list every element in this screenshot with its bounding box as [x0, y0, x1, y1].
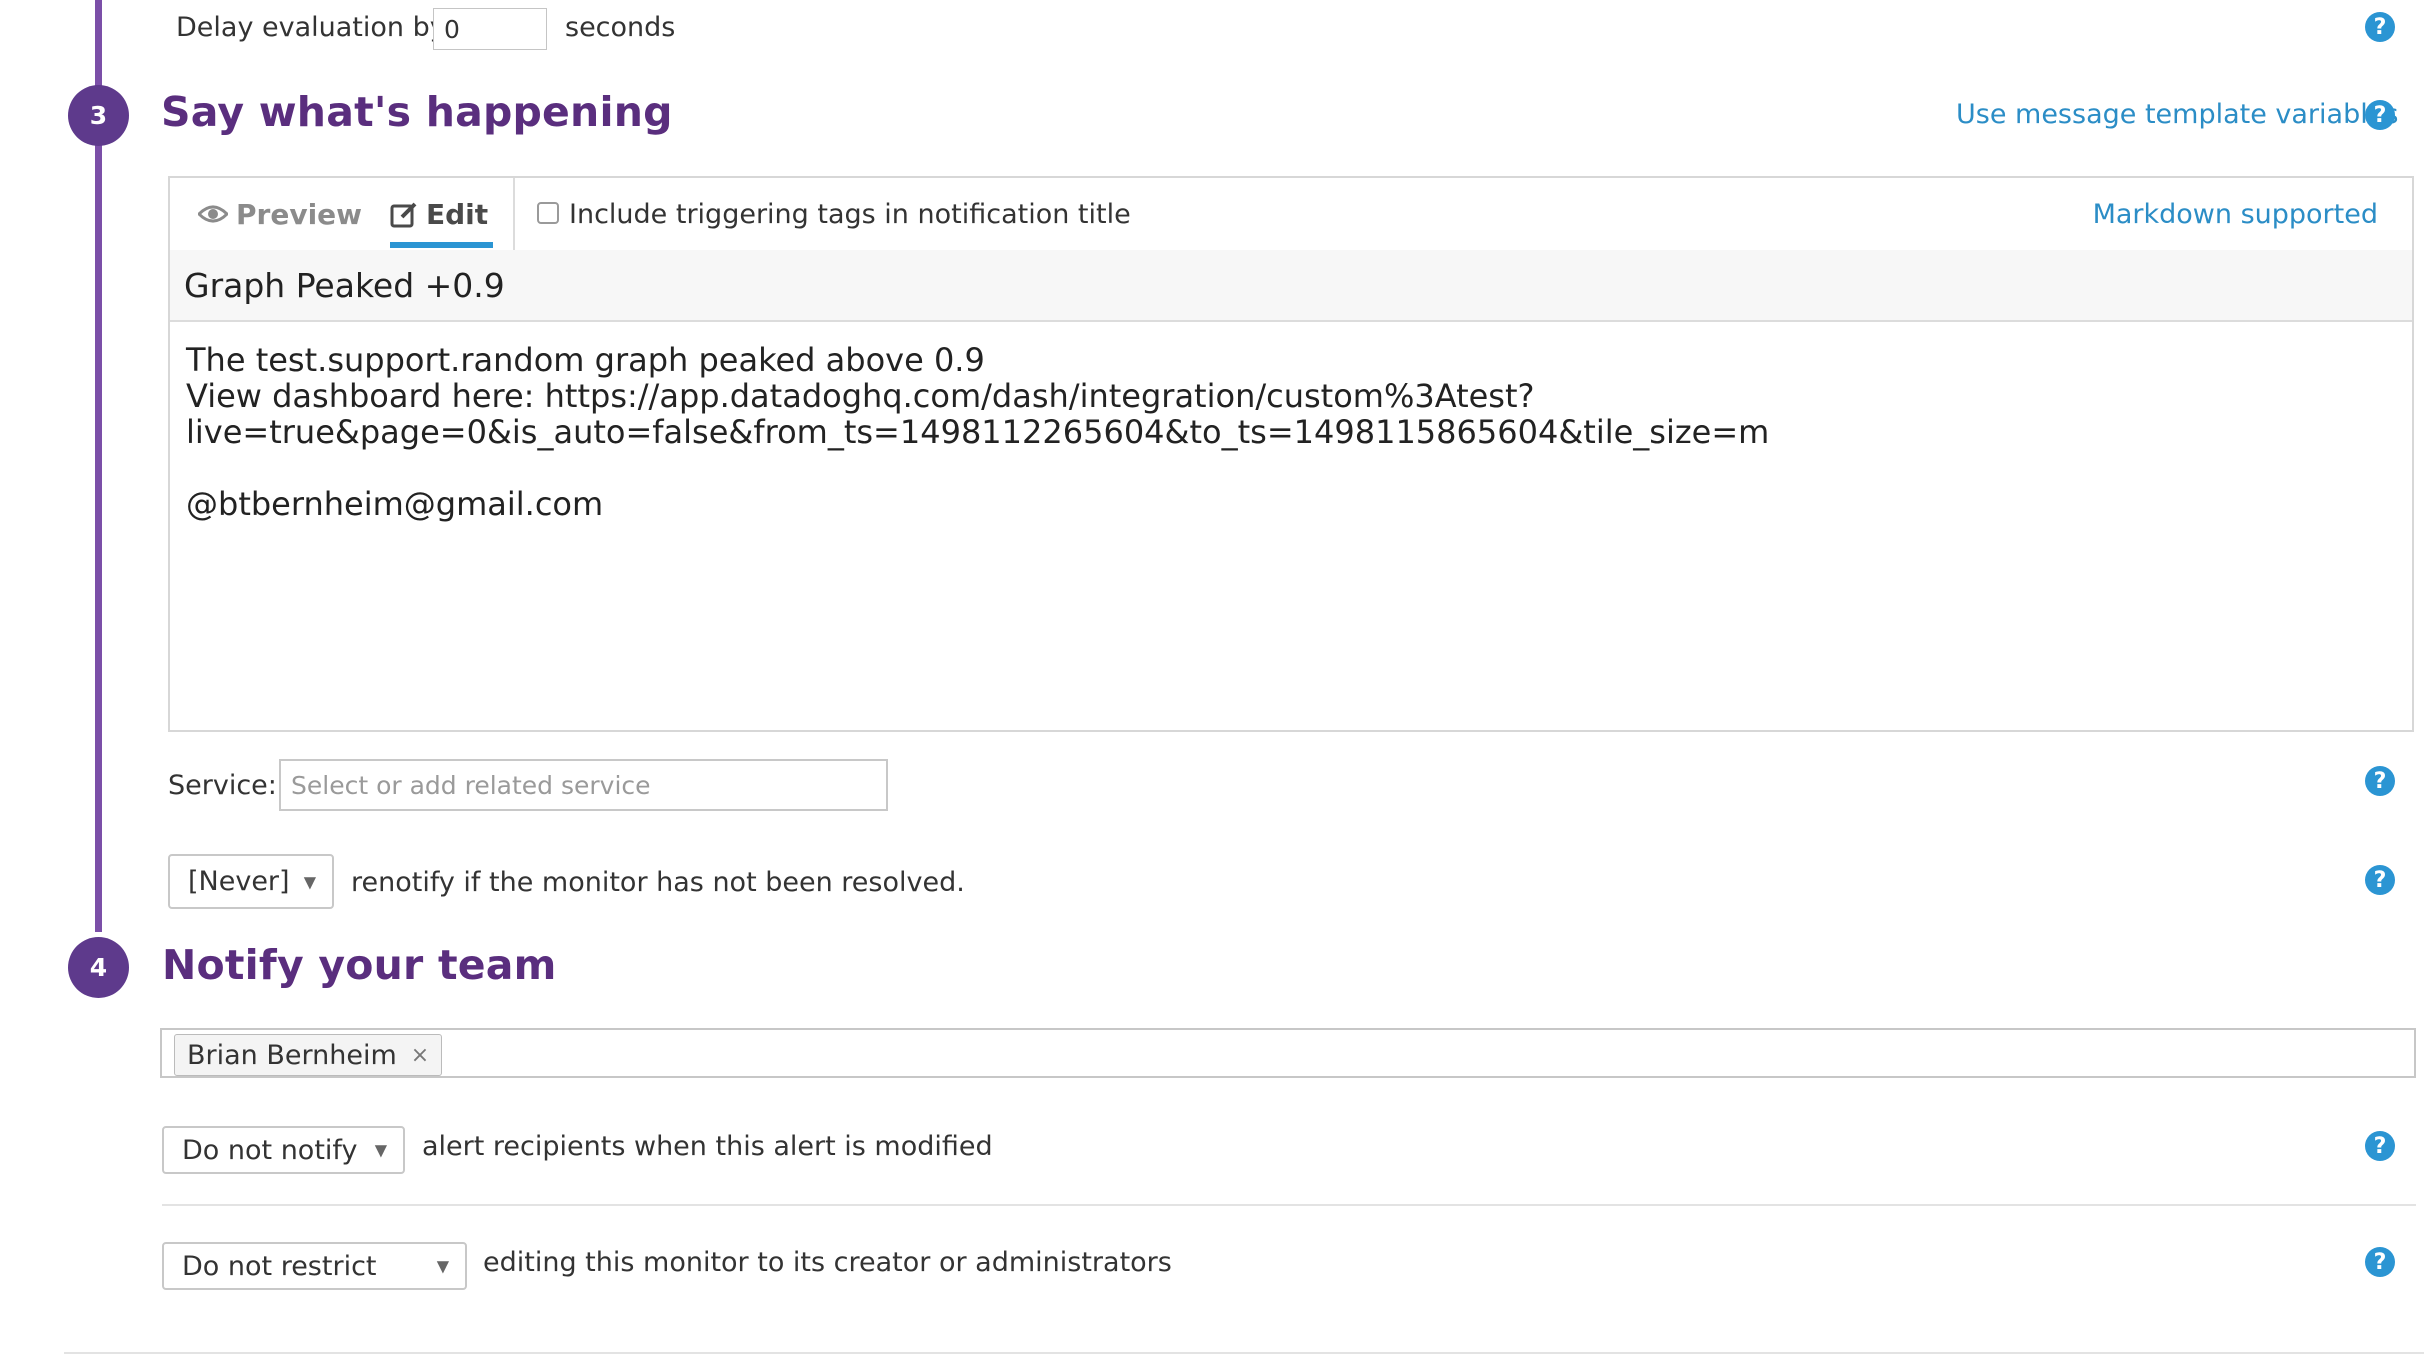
message-template-variables-link[interactable]: Use message template variables [1956, 99, 2398, 130]
modified-notify-text: alert recipients when this alert is modi… [422, 1131, 993, 1162]
delay-input[interactable]: 0 [433, 8, 547, 50]
chevron-down-icon: ▼ [374, 1140, 387, 1160]
tab-preview-label: Preview [236, 197, 363, 231]
service-input[interactable]: Select or add related service [279, 759, 888, 811]
section-divider [162, 1204, 2416, 1206]
modified-notify-select[interactable]: Do not notify ▼ [162, 1126, 405, 1174]
say-whats-happening-title: Say what's happening [161, 88, 673, 136]
renotify-selected: [Never] [188, 866, 290, 897]
eye-icon [198, 205, 228, 223]
renotify-select[interactable]: [Never] ▼ [168, 854, 334, 909]
tab-edit[interactable]: Edit [390, 178, 488, 250]
restrict-text: editing this monitor to its creator or a… [483, 1247, 1172, 1278]
modified-notify-selected: Do not notify [182, 1134, 358, 1166]
service-help-icon[interactable]: ? [2365, 766, 2395, 796]
markdown-supported-link[interactable]: Markdown supported [2093, 178, 2378, 250]
chevron-down-icon: ▼ [436, 1256, 449, 1276]
tab-edit-label: Edit [426, 197, 489, 231]
delay-unit: seconds [565, 12, 676, 43]
toolbar-divider [513, 178, 515, 250]
editor-toolbar: Preview Edit Include triggering tags in … [170, 178, 2412, 252]
recipient-tag: Brian Bernheim × [174, 1034, 443, 1076]
include-tags-label: Include triggering tags in notification … [569, 198, 1131, 230]
modified-help-icon[interactable]: ? [2365, 1131, 2395, 1161]
chevron-down-icon: ▼ [303, 872, 316, 891]
notification-body-textarea[interactable]: The test.support.random graph peaked abo… [186, 342, 2392, 522]
include-tags-checkbox[interactable] [537, 202, 559, 224]
edit-icon [390, 202, 417, 228]
step-4-badge: 4 [68, 937, 129, 998]
service-label: Service: [168, 770, 277, 801]
step-3-badge: 3 [68, 85, 129, 146]
restrict-select[interactable]: Do not restrict ▼ [162, 1242, 467, 1290]
notification-title-input[interactable]: Graph Peaked +0.9 [170, 250, 2412, 322]
recipient-name: Brian Bernheim [187, 1039, 397, 1071]
restrict-selected: Do not restrict [182, 1250, 377, 1282]
template-help-icon[interactable]: ? [2365, 100, 2395, 130]
restrict-help-icon[interactable]: ? [2365, 1247, 2395, 1277]
remove-recipient-icon[interactable]: × [411, 1043, 429, 1068]
active-tab-indicator [390, 242, 493, 248]
tab-preview[interactable]: Preview [198, 178, 362, 250]
notify-your-team-title: Notify your team [162, 941, 557, 989]
message-editor: Preview Edit Include triggering tags in … [168, 176, 2414, 732]
delay-label: Delay evaluation by [176, 12, 446, 43]
renotify-text: renotify if the monitor has not been res… [351, 867, 965, 898]
recipients-input[interactable]: Brian Bernheim × [160, 1028, 2416, 1078]
delay-help-icon[interactable]: ? [2365, 12, 2395, 42]
renotify-help-icon[interactable]: ? [2365, 865, 2395, 895]
